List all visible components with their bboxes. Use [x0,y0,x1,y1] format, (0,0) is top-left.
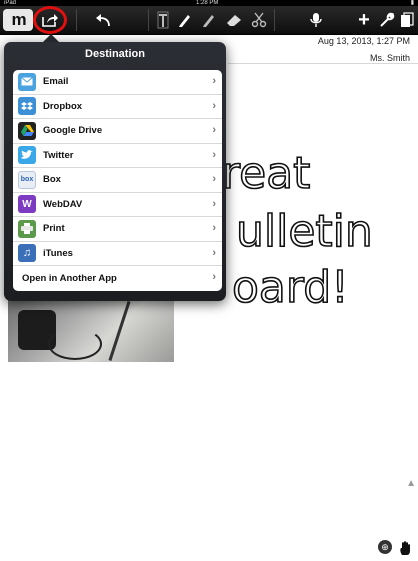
pages-button[interactable] [398,9,416,31]
chevron-right-icon: › [212,197,216,210]
chevron-right-icon: › [212,99,216,112]
print-icon [18,219,36,238]
destination-list: Email › Dropbox › Google Drive › Twitter… [13,70,222,291]
destination-item-label: Box [43,174,61,186]
chevron-right-icon: › [212,75,216,87]
destination-item-webdav[interactable]: W WebDAV › [13,193,222,217]
text-tool-button[interactable] [153,9,173,31]
destination-item-dropbox[interactable]: Dropbox › [13,95,222,119]
highlight-ring [33,6,67,34]
chevron-right-icon: › [212,173,216,185]
svg-text:reat: reat [222,148,310,199]
chevron-right-icon: › [212,124,216,136]
destination-item-email[interactable]: Email › [13,70,222,95]
add-icon: + [358,8,370,31]
destination-item-google-drive[interactable]: Google Drive › [13,119,222,144]
app-logo-button[interactable]: m [3,9,33,31]
mail-icon [18,72,36,91]
popover-title: Destination [85,48,145,60]
microphone-button[interactable] [306,9,326,31]
destination-item-twitter[interactable]: Twitter › [13,144,222,168]
dropbox-icon [18,97,36,116]
note-author: Ms. Smith [369,53,410,63]
chevron-right-icon: › [212,271,216,283]
handwriting-drawing[interactable]: reat ulletin oard! [222,140,418,310]
destination-item-label: Open in Another App [22,272,117,284]
webdav-icon: W [18,195,36,214]
wrench-icon [380,12,395,27]
pen-icon [179,15,190,27]
chevron-right-icon: › [212,148,216,161]
eraser-button[interactable] [224,9,244,31]
svg-text:oard!: oard! [232,262,349,310]
pen-button[interactable] [175,9,195,31]
toolbar-divider [148,9,149,31]
scissors-icon [251,12,267,28]
header-divider [228,63,418,64]
phone-photo[interactable] [8,300,174,362]
highlighter-button[interactable] [199,9,219,31]
handwriting-line-1: reat [222,147,311,200]
svg-text:ulletin: ulletin [236,206,373,257]
cable-image-part [108,301,131,361]
toolbar-divider [76,9,77,31]
toolbar: m + [0,6,418,35]
destination-item-label: Dropbox [43,100,83,112]
destination-item-open-in-another-app[interactable]: Open in Another App › [13,266,222,291]
pages-icon [401,12,414,27]
zoom-icon[interactable]: ⊕ [378,540,392,554]
undo-button[interactable] [92,9,114,31]
chevron-right-icon: › [212,222,216,234]
handwriting-line-3: oard! [231,261,349,310]
chevron-right-icon: › [212,246,216,259]
google-drive-icon [18,121,36,140]
box-icon: box [18,170,36,189]
handwriting-line-2: ulletin [235,205,373,258]
destination-item-label: Google Drive [43,125,103,137]
scroll-up-icon[interactable]: ▲ [406,478,416,489]
toolbar-divider [274,9,275,31]
highlighter-icon [203,15,214,27]
twitter-icon [18,146,36,165]
text-tool-icon [157,11,169,29]
destination-item-label: Twitter [43,149,74,161]
microphone-icon [310,13,322,27]
destination-item-box[interactable]: box Box › [13,168,222,193]
destination-item-label: WebDAV [43,198,83,210]
itunes-icon: ♫ [18,244,36,263]
settings-button[interactable] [377,9,397,31]
logo-label: m [11,10,26,29]
undo-icon [96,14,110,27]
destination-item-print[interactable]: Print › [13,217,222,242]
eraser-icon [227,15,241,26]
destination-item-label: Email [43,76,69,88]
add-button[interactable]: + [354,9,374,31]
destination-popover: Destination Email › Dropbox › Google Dri… [4,42,226,301]
destination-item-label: iTunes [43,247,73,259]
note-date: Aug 13, 2013, 1:27 PM [317,36,410,46]
pan-hand-icon[interactable] [398,540,414,556]
destination-item-label: Print [43,223,65,235]
phone-cord-image-part [48,328,102,360]
destination-item-itunes[interactable]: ♫ iTunes › [13,242,222,266]
scissors-button[interactable] [249,9,269,31]
